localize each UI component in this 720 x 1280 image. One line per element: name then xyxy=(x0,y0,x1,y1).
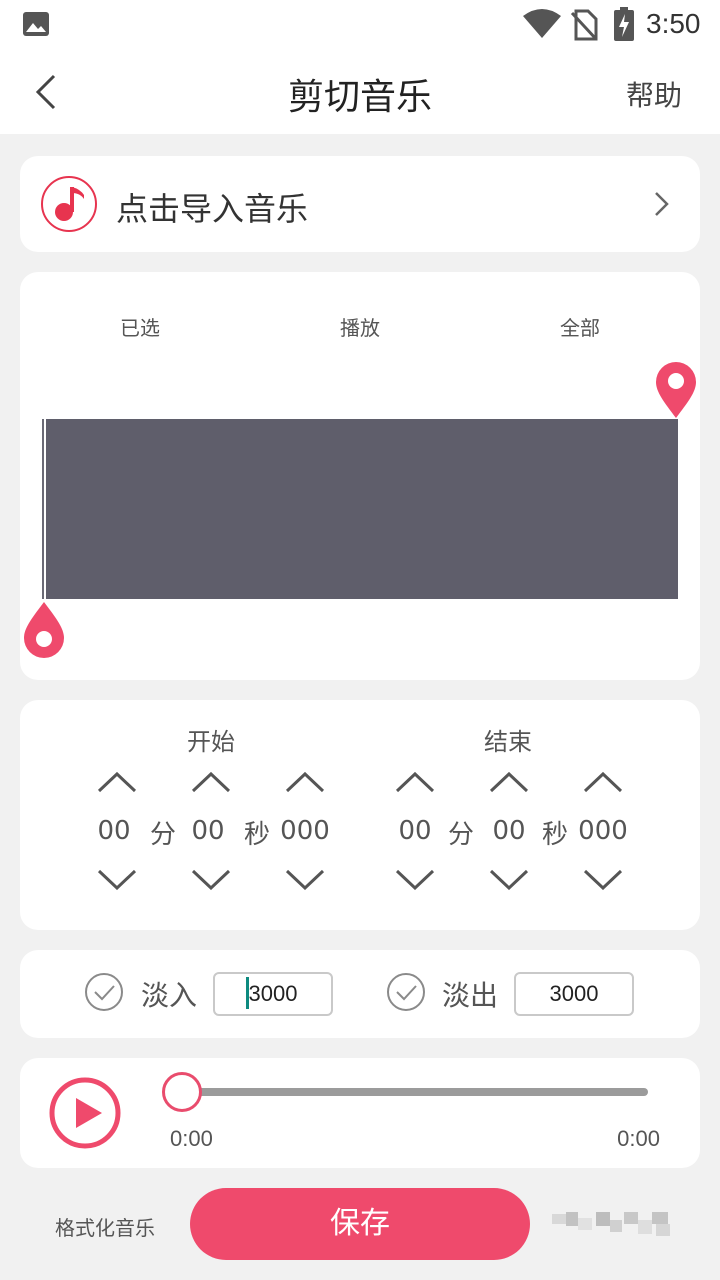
fade-in-input[interactable] xyxy=(213,972,333,1016)
help-button[interactable]: 帮助 xyxy=(626,74,682,114)
start-minutes-unit: 分 xyxy=(149,820,177,850)
start-seconds-value: 00 xyxy=(191,816,225,846)
battery-charging-icon xyxy=(614,7,634,41)
fade-out-check-icon[interactable] xyxy=(386,972,426,1012)
start-minutes-up-icon[interactable] xyxy=(96,770,138,794)
start-marker-pin-icon[interactable] xyxy=(22,600,66,660)
end-marker-pin-icon[interactable] xyxy=(654,360,698,420)
page-title: 剪切音乐 xyxy=(287,77,432,118)
import-music-row[interactable]: 点击导入音乐 xyxy=(20,156,700,252)
tab-all[interactable]: 全部 xyxy=(560,312,600,341)
end-seconds-down-icon[interactable] xyxy=(488,868,530,892)
current-time: 0:00 xyxy=(170,1126,213,1151)
end-seconds-up-icon[interactable] xyxy=(488,770,530,794)
end-millis-down-icon[interactable] xyxy=(582,868,624,892)
tab-play[interactable]: 播放 xyxy=(340,312,380,341)
chevron-right-icon xyxy=(655,192,669,216)
end-label: 结束 xyxy=(484,728,532,756)
image-notification-icon xyxy=(23,12,49,36)
fade-in-label: 淡入 xyxy=(141,979,198,1012)
status-time: 3:50 xyxy=(646,8,701,39)
blurred-logo-icon xyxy=(552,1212,670,1236)
import-music-label: 点击导入音乐 xyxy=(116,190,309,228)
bottom-bar: 格式化音乐 保存 xyxy=(0,1180,720,1280)
end-seconds-unit: 秒 xyxy=(541,820,569,850)
end-minutes-unit: 分 xyxy=(447,820,475,850)
progress-track[interactable] xyxy=(182,1088,648,1096)
start-seconds-up-icon[interactable] xyxy=(190,770,232,794)
total-time: 0:00 xyxy=(617,1126,660,1151)
waveform-tabs: 已选 播放 全部 xyxy=(20,312,700,342)
end-millis-value: 000 xyxy=(578,816,628,846)
end-millis-up-icon[interactable] xyxy=(582,770,624,794)
start-label: 开始 xyxy=(187,728,235,756)
fade-out-label: 淡出 xyxy=(442,979,499,1012)
waveform-panel: 已选 播放 全部 xyxy=(20,272,700,680)
end-seconds-value: 00 xyxy=(492,816,526,846)
wifi-icon xyxy=(523,9,561,38)
fade-panel: 淡入 淡出 xyxy=(20,950,700,1038)
end-minutes-down-icon[interactable] xyxy=(394,868,436,892)
start-millis-down-icon[interactable] xyxy=(284,868,326,892)
save-button[interactable]: 保存 xyxy=(190,1188,530,1260)
text-caret xyxy=(246,977,249,1009)
time-range-panel: 开始 结束 00 分 00 秒 000 00 分 00 秒 000 xyxy=(20,700,700,930)
start-seconds-down-icon[interactable] xyxy=(190,868,232,892)
music-note-icon xyxy=(41,176,97,232)
end-minutes-value: 00 xyxy=(398,816,432,846)
start-millis-value: 000 xyxy=(280,816,330,846)
fade-out-input[interactable] xyxy=(514,972,634,1016)
progress-thumb[interactable] xyxy=(162,1072,202,1112)
format-music-button[interactable]: 格式化音乐 xyxy=(55,1212,155,1241)
waveform-area[interactable] xyxy=(46,419,678,599)
play-icon[interactable] xyxy=(48,1076,122,1150)
start-millis-up-icon[interactable] xyxy=(284,770,326,794)
status-bar: 3:50 xyxy=(0,0,720,52)
app-header: 剪切音乐 帮助 xyxy=(0,52,720,134)
playhead-line xyxy=(42,419,44,599)
no-sim-icon xyxy=(570,9,598,41)
end-minutes-up-icon[interactable] xyxy=(394,770,436,794)
start-minutes-value: 00 xyxy=(97,816,131,846)
fade-in-check-icon[interactable] xyxy=(84,972,124,1012)
player-panel: 0:00 0:00 xyxy=(20,1058,700,1168)
tab-selected[interactable]: 已选 xyxy=(120,312,160,341)
start-minutes-down-icon[interactable] xyxy=(96,868,138,892)
start-seconds-unit: 秒 xyxy=(243,820,271,850)
